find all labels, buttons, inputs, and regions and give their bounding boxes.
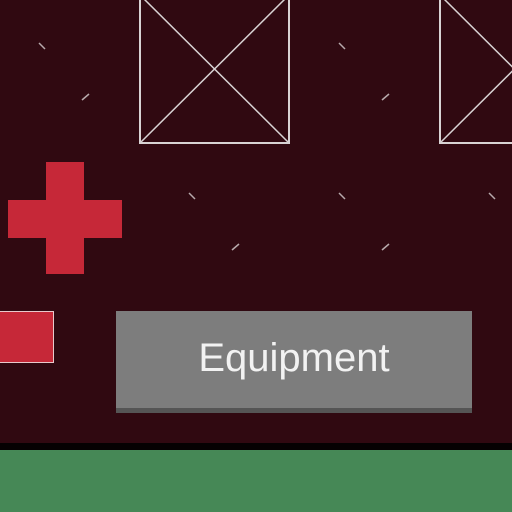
ground-strip xyxy=(0,450,512,512)
grid-mark xyxy=(381,92,391,102)
grid-mark xyxy=(188,192,198,202)
grid-mark xyxy=(38,42,48,52)
empty-slot-x-icon xyxy=(139,0,290,144)
grid-mark xyxy=(381,242,391,252)
grid-mark xyxy=(231,242,241,252)
equipment-button[interactable]: Equipment xyxy=(116,311,472,413)
health-bar xyxy=(0,311,54,363)
red-cross-icon xyxy=(8,162,122,274)
grid-mark xyxy=(338,192,348,202)
grid-mark xyxy=(338,42,348,52)
hud-divider xyxy=(0,443,512,450)
red-cross-horizontal xyxy=(8,200,122,238)
empty-slot-2[interactable] xyxy=(439,0,512,144)
empty-slot-1[interactable] xyxy=(139,0,290,144)
grid-mark xyxy=(81,92,91,102)
empty-slot-x-icon xyxy=(439,0,512,144)
grid-mark xyxy=(488,192,498,202)
